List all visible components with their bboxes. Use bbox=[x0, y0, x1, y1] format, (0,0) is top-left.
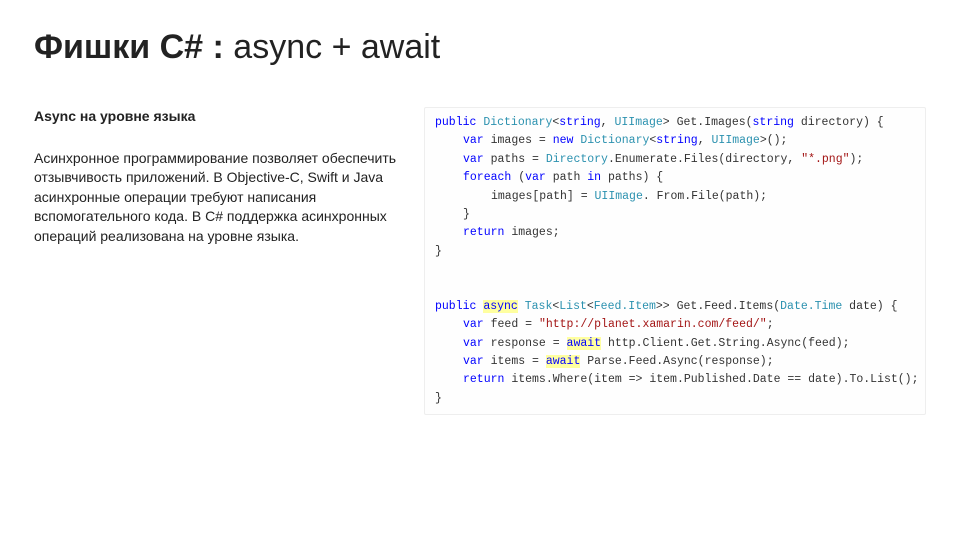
code-token: response = bbox=[484, 337, 567, 350]
code-token: var bbox=[463, 318, 484, 331]
slide: Фишки C# : async + await Async на уровне… bbox=[0, 0, 960, 435]
code-token: UIImage bbox=[595, 190, 643, 203]
code-token: public bbox=[435, 116, 476, 129]
code-token: paths = bbox=[484, 153, 546, 166]
code-token: (); bbox=[767, 134, 788, 147]
code-token: Dictionary bbox=[483, 116, 552, 129]
code-token: var bbox=[463, 337, 484, 350]
slide-title: Фишки C# : async + await bbox=[34, 28, 926, 67]
paragraph: Асинхронное программирование позволяет о… bbox=[34, 149, 404, 247]
code-token-highlight: await bbox=[567, 337, 602, 350]
code-token: var bbox=[463, 153, 484, 166]
code-token: } bbox=[435, 245, 442, 258]
code-token: string bbox=[656, 134, 697, 147]
code-token: date) { bbox=[842, 300, 897, 313]
code-token: UIImage bbox=[614, 116, 662, 129]
code-token: images; bbox=[504, 226, 559, 239]
code-token: return bbox=[463, 226, 504, 239]
code-token-highlight: async bbox=[483, 300, 518, 313]
code-token: foreach bbox=[463, 171, 511, 184]
code-token: public bbox=[435, 300, 476, 313]
code-token: List bbox=[559, 300, 587, 313]
code-token: items.Where(item => item.Published.Date … bbox=[504, 373, 918, 386]
code-token: new bbox=[553, 134, 574, 147]
code-token: path bbox=[546, 171, 587, 184]
code-token: > bbox=[663, 116, 670, 129]
code-block: public Dictionary<string, UIImage> Get.I… bbox=[424, 107, 926, 415]
code-token: items = bbox=[484, 355, 546, 368]
code-token: .Enumerate.Files(directory, bbox=[608, 153, 801, 166]
code-token: } bbox=[463, 208, 470, 221]
code-token: UIImage bbox=[712, 134, 760, 147]
code-token: images = bbox=[484, 134, 553, 147]
code-token: } bbox=[435, 392, 442, 405]
code-token: string bbox=[753, 116, 794, 129]
code-token: Get.Images( bbox=[670, 116, 753, 129]
subheading: Async на уровне языка bbox=[34, 107, 404, 127]
code-token: Dictionary bbox=[580, 134, 649, 147]
code-token: var bbox=[463, 134, 484, 147]
code-token: ); bbox=[850, 153, 864, 166]
title-rest: async + await bbox=[224, 28, 440, 66]
code-token: images[path] = bbox=[491, 190, 595, 203]
code-token: Date.Time bbox=[780, 300, 842, 313]
code-token: ; bbox=[767, 318, 774, 331]
code-token: ( bbox=[511, 171, 525, 184]
code-token: paths) { bbox=[601, 171, 663, 184]
code-token: > bbox=[760, 134, 767, 147]
left-column: Async на уровне языка Асинхронное програ… bbox=[34, 107, 404, 415]
code-token: . From.File(path); bbox=[643, 190, 767, 203]
code-token: , bbox=[601, 116, 615, 129]
code-token: feed = bbox=[484, 318, 539, 331]
code-token: string bbox=[559, 116, 600, 129]
code-token: in bbox=[587, 171, 601, 184]
code-token: Task bbox=[525, 300, 553, 313]
code-token-highlight: await bbox=[546, 355, 581, 368]
code-token bbox=[518, 300, 525, 313]
code-token: Directory bbox=[546, 153, 608, 166]
code-token: return bbox=[463, 373, 504, 386]
code-token: >> bbox=[656, 300, 670, 313]
code-token: Parse.Feed.Async(response); bbox=[580, 355, 773, 368]
code-token: directory) { bbox=[794, 116, 884, 129]
code-token: "*.png" bbox=[801, 153, 849, 166]
code-token: http.Client.Get.String.Async(feed); bbox=[601, 337, 849, 350]
code-token: var bbox=[525, 171, 546, 184]
code-token: Feed.Item bbox=[594, 300, 656, 313]
title-bold: Фишки C# : bbox=[34, 28, 224, 66]
code-token: var bbox=[463, 355, 484, 368]
code-token: Get.Feed.Items( bbox=[670, 300, 780, 313]
code-token: , bbox=[698, 134, 712, 147]
content-row: Async на уровне языка Асинхронное програ… bbox=[34, 107, 926, 415]
code-token: "http://planet.xamarin.com/feed/" bbox=[539, 318, 767, 331]
code-token: < bbox=[587, 300, 594, 313]
